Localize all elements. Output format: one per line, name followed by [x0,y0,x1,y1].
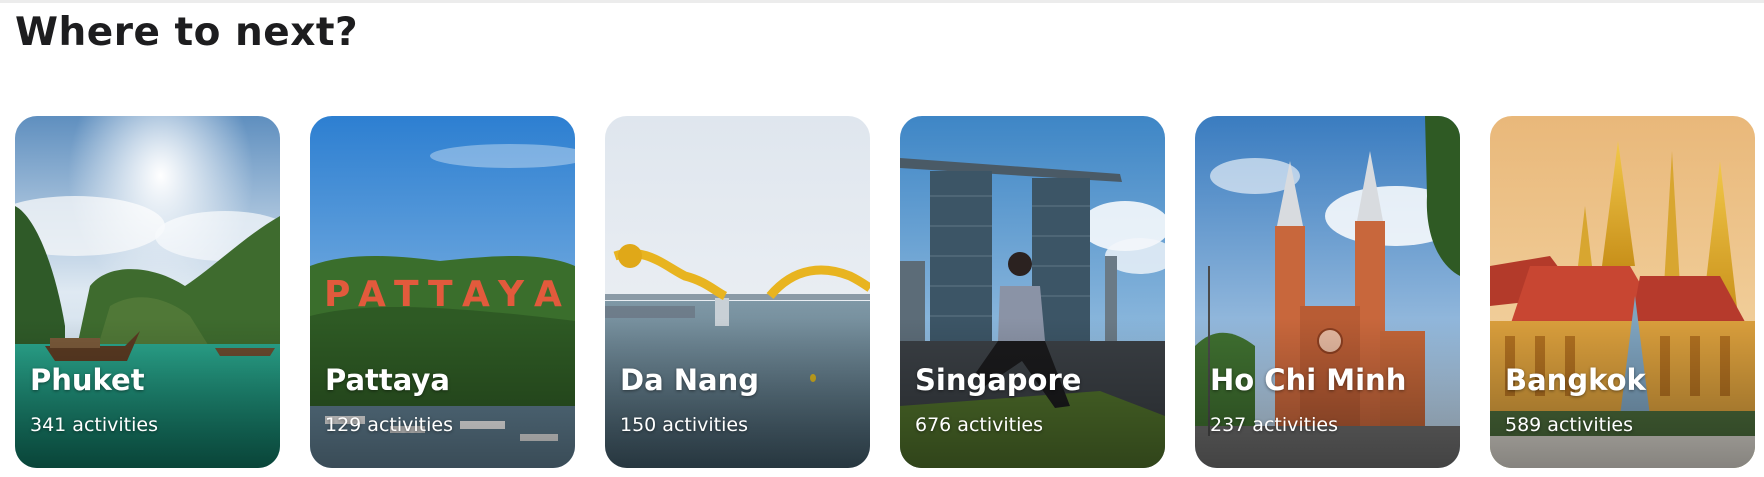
activity-count: 341 activities [30,414,158,436]
destination-card-phuket[interactable]: Phuket 341 activities [15,116,280,468]
svg-text:P: P [324,274,350,315]
destination-card-bangkok[interactable]: Bangkok 589 activities [1490,116,1755,468]
svg-text:T: T [394,274,419,315]
destination-carousel: Phuket 341 activities P A T T A Y A Patt… [15,116,1755,468]
svg-text:A: A [462,274,490,315]
svg-text:Y: Y [497,274,525,315]
destination-card-da-nang[interactable]: Da Nang 150 activities [605,116,870,468]
destination-name: Da Nang [620,363,759,397]
activity-count: 150 activities [620,414,748,436]
svg-text:A: A [534,274,562,315]
destination-name: Phuket [30,363,145,397]
activity-count: 589 activities [1505,414,1633,436]
activity-count: 129 activities [325,414,453,436]
destination-name: Singapore [915,363,1082,397]
destination-name: Ho Chi Minh [1210,363,1407,397]
destination-card-singapore[interactable]: Singapore 676 activities [900,116,1165,468]
destination-card-ho-chi-minh[interactable]: Ho Chi Minh 237 activities [1195,116,1460,468]
svg-text:A: A [358,274,386,315]
top-divider [0,0,1764,3]
activity-count: 676 activities [915,414,1043,436]
activity-count: 237 activities [1210,414,1338,436]
svg-text:T: T [428,274,453,315]
section-title: Where to next? [15,10,359,55]
destination-name: Bangkok [1505,363,1646,397]
destination-card-pattaya[interactable]: P A T T A Y A Pattaya 129 activities [310,116,575,468]
destination-name: Pattaya [325,363,450,397]
